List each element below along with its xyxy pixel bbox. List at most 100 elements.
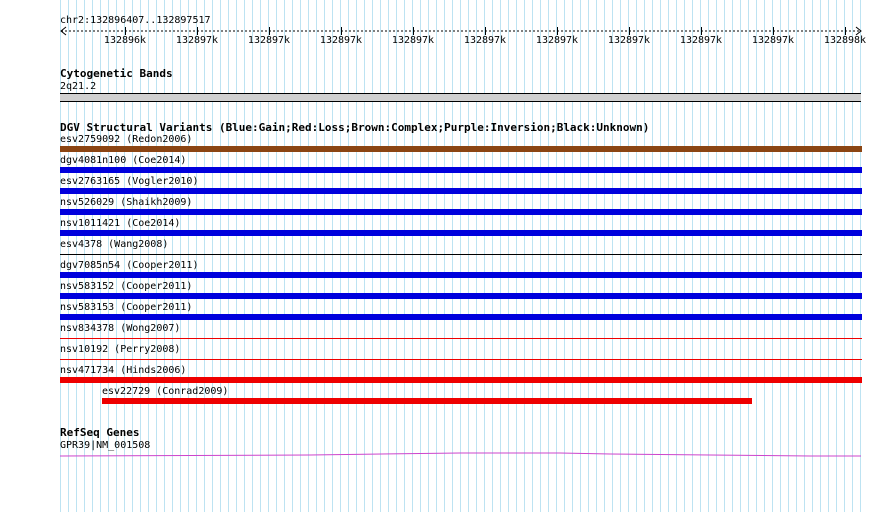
ruler-tick-label: 132897k bbox=[751, 35, 795, 46]
grid-line bbox=[524, 0, 525, 512]
grid-line bbox=[556, 0, 557, 512]
ruler-tick bbox=[629, 27, 630, 35]
dgv-feature-bar[interactable] bbox=[60, 167, 862, 173]
ruler-tick bbox=[557, 27, 558, 35]
dgv-feature-bar[interactable] bbox=[60, 338, 862, 339]
ruler-tick-label: 132897k bbox=[463, 35, 507, 46]
dgv-feature-bar[interactable] bbox=[60, 359, 862, 360]
ruler-tick bbox=[269, 27, 270, 35]
grid-line bbox=[636, 0, 637, 512]
grid-line bbox=[212, 0, 213, 512]
grid-line bbox=[532, 0, 533, 512]
grid-line bbox=[580, 0, 581, 512]
grid-line bbox=[284, 0, 285, 512]
refseq-gene-line[interactable] bbox=[60, 450, 862, 460]
grid-line bbox=[548, 0, 549, 512]
grid-line bbox=[612, 0, 613, 512]
grid-line bbox=[276, 0, 277, 512]
grid-line bbox=[676, 0, 677, 512]
grid-line bbox=[796, 0, 797, 512]
grid-line bbox=[412, 0, 413, 512]
grid-line bbox=[356, 0, 357, 512]
grid-line bbox=[332, 0, 333, 512]
grid-line bbox=[340, 0, 341, 512]
grid-line bbox=[716, 0, 717, 512]
dgv-feature-label: esv4378 (Wang2008) bbox=[60, 239, 169, 250]
grid-line bbox=[628, 0, 629, 512]
ruler-tick bbox=[701, 27, 702, 35]
dgv-feature-label: dgv4081n100 (Coe2014) bbox=[60, 155, 187, 166]
dgv-feature-bar[interactable] bbox=[60, 272, 862, 278]
ruler-tick-label: 132897k bbox=[391, 35, 435, 46]
grid-line bbox=[668, 0, 669, 512]
grid-line bbox=[852, 0, 853, 512]
dgv-feature-bar[interactable] bbox=[60, 314, 862, 320]
ruler-tick bbox=[845, 27, 846, 35]
grid-line bbox=[572, 0, 573, 512]
dgv-feature-bar[interactable] bbox=[60, 293, 862, 299]
grid-line bbox=[476, 0, 477, 512]
grid-line bbox=[444, 0, 445, 512]
cytogenetic-track-title: Cytogenetic Bands bbox=[60, 67, 173, 80]
grid-line bbox=[508, 0, 509, 512]
grid-line bbox=[564, 0, 565, 512]
grid-line bbox=[660, 0, 661, 512]
grid-line bbox=[684, 0, 685, 512]
grid-line bbox=[540, 0, 541, 512]
grid-line bbox=[732, 0, 733, 512]
genome-browser-panel: chr2:132896407..132897517 132896k 132897k… bbox=[0, 0, 890, 512]
dgv-feature-label: nsv583153 (Cooper2011) bbox=[60, 302, 193, 313]
grid-line bbox=[692, 0, 693, 512]
dgv-feature-bar[interactable] bbox=[60, 188, 862, 194]
grid-line bbox=[300, 0, 301, 512]
grid-line bbox=[724, 0, 725, 512]
grid-line bbox=[860, 0, 861, 512]
grid-line bbox=[828, 0, 829, 512]
dgv-feature-label: esv22729 (Conrad2009) bbox=[102, 386, 229, 397]
dgv-feature-bar[interactable] bbox=[60, 146, 862, 152]
grid-line bbox=[452, 0, 453, 512]
ruler-tick bbox=[485, 27, 486, 35]
grid-line bbox=[740, 0, 741, 512]
grid-line bbox=[772, 0, 773, 512]
grid-line bbox=[500, 0, 501, 512]
dgv-feature-label: esv2763165 (Vogler2010) bbox=[60, 176, 199, 187]
dgv-feature-label: nsv10192 (Perry2008) bbox=[60, 344, 181, 355]
grid-line bbox=[700, 0, 701, 512]
cytoband-label: 2q21.2 bbox=[60, 81, 97, 92]
grid-line bbox=[468, 0, 469, 512]
dgv-track-title: DGV Structural Variants (Blue:Gain;Red:L… bbox=[60, 121, 650, 134]
grid-line bbox=[292, 0, 293, 512]
dgv-feature-label: nsv526029 (Shaikh2009) bbox=[60, 197, 193, 208]
grid-line bbox=[380, 0, 381, 512]
grid-line bbox=[404, 0, 405, 512]
grid-line bbox=[180, 0, 181, 512]
grid-line bbox=[436, 0, 437, 512]
dgv-feature-bar[interactable] bbox=[60, 209, 862, 215]
ruler-tick-label: 132897k bbox=[247, 35, 291, 46]
grid-line bbox=[788, 0, 789, 512]
dgv-feature-label: nsv1011421 (Coe2014) bbox=[60, 218, 181, 229]
grid-line bbox=[492, 0, 493, 512]
ruler-tick-label: 132897k bbox=[607, 35, 651, 46]
dgv-feature-bar[interactable] bbox=[102, 398, 752, 404]
grid-line bbox=[420, 0, 421, 512]
ruler-tick bbox=[773, 27, 774, 35]
grid-line bbox=[244, 0, 245, 512]
dgv-feature-bar[interactable] bbox=[60, 254, 862, 255]
grid-line bbox=[516, 0, 517, 512]
grid-line bbox=[268, 0, 269, 512]
ruler-tick-label: 132898k bbox=[823, 35, 867, 46]
grid-line bbox=[204, 0, 205, 512]
ruler-tick-label: 132896k bbox=[103, 35, 147, 46]
ruler-tick bbox=[341, 27, 342, 35]
grid-line bbox=[220, 0, 221, 512]
grid-line bbox=[188, 0, 189, 512]
grid-line bbox=[196, 0, 197, 512]
dgv-feature-bar[interactable] bbox=[60, 230, 862, 236]
grid-line bbox=[228, 0, 229, 512]
dgv-feature-bar[interactable] bbox=[60, 377, 862, 383]
cytoband-bar[interactable] bbox=[60, 93, 861, 102]
grid-line bbox=[372, 0, 373, 512]
grid-line bbox=[316, 0, 317, 512]
